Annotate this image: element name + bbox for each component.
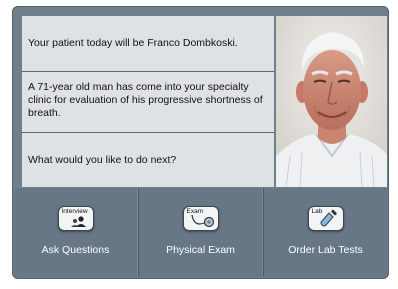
- patient-photo: [276, 16, 387, 187]
- intro-row-patient: Your patient today will be Franco Dombko…: [22, 16, 274, 72]
- action-bar: Interview Ask Questions Exam Physical Ex…: [14, 188, 387, 277]
- people-icon: [70, 216, 86, 227]
- chief-complaint-text: A 71-year old man has come into your spe…: [28, 81, 263, 119]
- lab-flask-icon: [320, 209, 337, 227]
- patient-portrait-image: [276, 16, 387, 187]
- physical-exam-button[interactable]: Exam Physical Exam: [138, 188, 263, 277]
- physical-exam-label: Physical Exam: [166, 244, 235, 256]
- stethoscope-icon: [190, 214, 214, 228]
- patient-intro-panel: Your patient today will be Franco Dombko…: [22, 16, 274, 187]
- intro-row-prompt: What would you like to do next?: [22, 134, 274, 187]
- ask-questions-label: Ask Questions: [41, 244, 110, 256]
- exam-badge: Exam: [182, 206, 219, 231]
- patient-name-text: Your patient today will be Franco Dombko…: [28, 37, 238, 49]
- interview-badge: Interview: [57, 206, 94, 231]
- order-lab-tests-label: Order Lab Tests: [288, 244, 363, 256]
- next-step-prompt: What would you like to do next?: [28, 154, 177, 166]
- lab-badge: Lab: [307, 206, 344, 231]
- order-lab-tests-button[interactable]: Lab Order Lab Tests: [263, 188, 387, 277]
- ask-questions-button[interactable]: Interview Ask Questions: [14, 188, 138, 277]
- intro-row-complaint: A 71-year old man has come into your spe…: [22, 73, 274, 133]
